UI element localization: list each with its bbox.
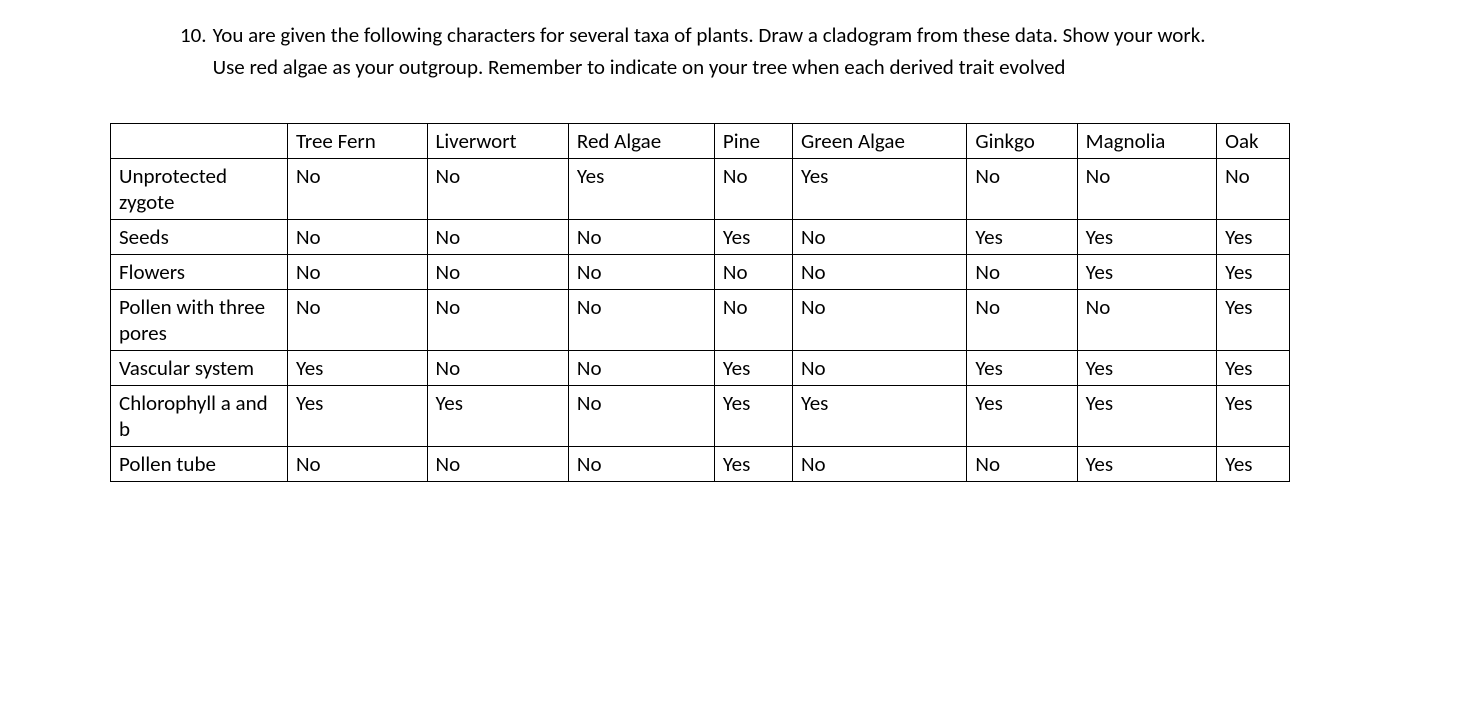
col-header: Oak — [1217, 124, 1290, 159]
cell: Yes — [967, 220, 1077, 255]
cell: Yes — [714, 447, 792, 482]
cell: No — [568, 351, 714, 386]
cell: Yes — [1217, 255, 1290, 290]
col-header: Magnolia — [1077, 124, 1216, 159]
cell: No — [792, 290, 966, 351]
cell: No — [427, 351, 568, 386]
cell: No — [967, 255, 1077, 290]
cell: Yes — [288, 386, 428, 447]
cell: No — [288, 255, 428, 290]
cell: Yes — [714, 351, 792, 386]
cell: Yes — [967, 351, 1077, 386]
cell: No — [288, 159, 428, 220]
cell: Yes — [288, 351, 428, 386]
cell: Yes — [1217, 351, 1290, 386]
table-row: Pollen with three pores No No No No No N… — [111, 290, 1290, 351]
table-row: Vascular system Yes No No Yes No Yes Yes… — [111, 351, 1290, 386]
cell: No — [714, 290, 792, 351]
col-header: Tree Fern — [288, 124, 428, 159]
cell: No — [792, 351, 966, 386]
cell: No — [714, 255, 792, 290]
character-table: Tree Fern Liverwort Red Algae Pine Green… — [110, 123, 1290, 482]
cell: No — [967, 447, 1077, 482]
cell: No — [1077, 159, 1216, 220]
cell: Yes — [714, 220, 792, 255]
cell: Yes — [1217, 386, 1290, 447]
cell: No — [288, 220, 428, 255]
row-label: Pollen tube — [111, 447, 288, 482]
table-row: Seeds No No No Yes No Yes Yes Yes — [111, 220, 1290, 255]
cell: No — [714, 159, 792, 220]
cell: Yes — [967, 386, 1077, 447]
cell: Yes — [714, 386, 792, 447]
cell: No — [967, 290, 1077, 351]
cell: No — [792, 220, 966, 255]
cell: No — [792, 447, 966, 482]
cell: Yes — [1217, 220, 1290, 255]
cell: Yes — [792, 159, 966, 220]
table-row: Flowers No No No No No No Yes Yes — [111, 255, 1290, 290]
table-row: Unprotected zygote No No Yes No Yes No N… — [111, 159, 1290, 220]
cell: No — [288, 290, 428, 351]
question-text: You are given the following characters f… — [213, 20, 1241, 83]
cell: Yes — [1217, 447, 1290, 482]
cell: No — [967, 159, 1077, 220]
table-header-row: Tree Fern Liverwort Red Algae Pine Green… — [111, 124, 1290, 159]
cell: Yes — [427, 386, 568, 447]
cell: Yes — [792, 386, 966, 447]
cell: No — [568, 386, 714, 447]
row-label: Seeds — [111, 220, 288, 255]
row-label: Pollen with three pores — [111, 290, 288, 351]
cell: No — [427, 220, 568, 255]
cell: No — [1217, 159, 1290, 220]
cell: No — [427, 255, 568, 290]
table-row: Pollen tube No No No Yes No No Yes Yes — [111, 447, 1290, 482]
cell: No — [1077, 290, 1216, 351]
col-header: Ginkgo — [967, 124, 1077, 159]
cell: No — [568, 447, 714, 482]
row-label: Chlorophyll a and b — [111, 386, 288, 447]
cell: No — [427, 290, 568, 351]
row-label: Vascular system — [111, 351, 288, 386]
cell: Yes — [1077, 447, 1216, 482]
col-header: Green Algae — [792, 124, 966, 159]
cell: Yes — [1077, 255, 1216, 290]
question-number: 10. — [180, 20, 213, 83]
col-header: Red Algae — [568, 124, 714, 159]
cell: No — [288, 447, 428, 482]
cell: No — [568, 290, 714, 351]
cell: Yes — [568, 159, 714, 220]
cell: No — [568, 220, 714, 255]
cell: No — [792, 255, 966, 290]
cell: No — [427, 447, 568, 482]
row-label: Flowers — [111, 255, 288, 290]
row-label: Unprotected zygote — [111, 159, 288, 220]
header-blank — [111, 124, 288, 159]
cell: Yes — [1077, 351, 1216, 386]
cell: No — [427, 159, 568, 220]
cell: No — [568, 255, 714, 290]
cell: Yes — [1077, 386, 1216, 447]
col-header: Pine — [714, 124, 792, 159]
table-row: Chlorophyll a and b Yes Yes No Yes Yes Y… — [111, 386, 1290, 447]
cell: Yes — [1217, 290, 1290, 351]
col-header: Liverwort — [427, 124, 568, 159]
question-block: 10. You are given the following characte… — [180, 20, 1241, 83]
cell: Yes — [1077, 220, 1216, 255]
